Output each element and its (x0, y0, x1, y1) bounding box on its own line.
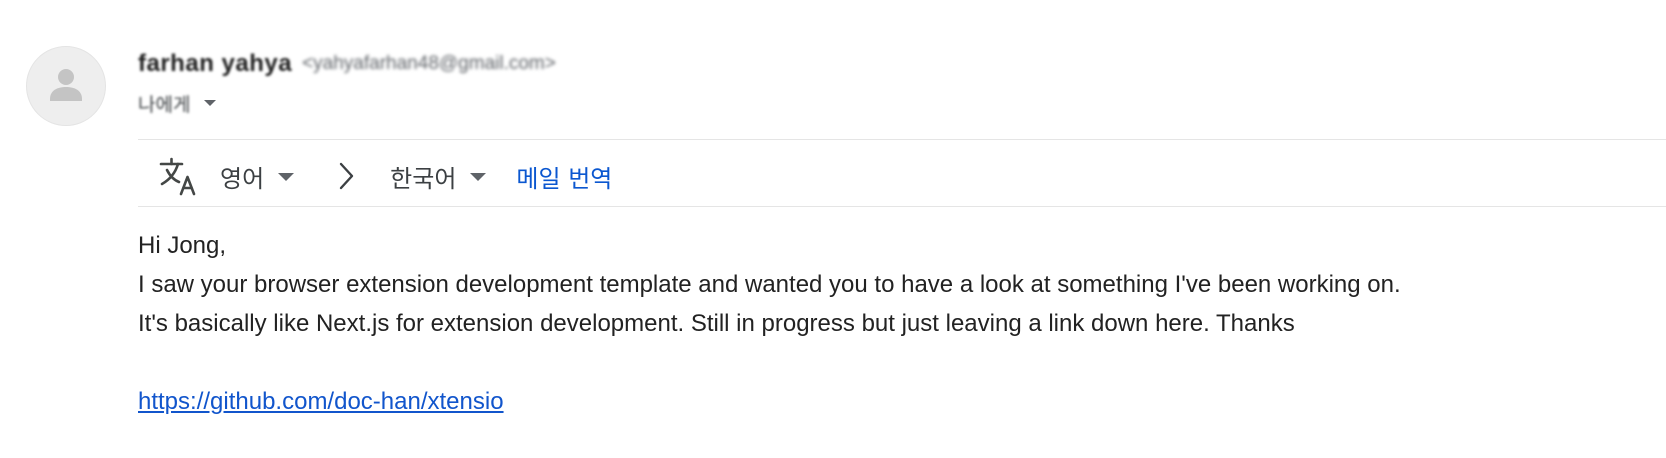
sender-email: <yahyafarhan48@gmail.com> (302, 53, 556, 74)
show-details-dropdown-icon[interactable] (204, 100, 217, 106)
source-language-label: 영어 (220, 164, 265, 193)
recipient-label: 나에게 (138, 94, 191, 116)
person-icon (50, 69, 82, 101)
message-body: Hi Jong, I saw your browser extension de… (138, 226, 1401, 421)
translate-icon (159, 157, 196, 196)
recipient-details[interactable]: 나에게 (138, 90, 217, 116)
sender-name[interactable]: farhan yahya (138, 50, 292, 78)
translation-bar: 영어 한국어 메일 번역 (158, 150, 612, 202)
chevron-right-icon (339, 162, 354, 190)
chevron-down-icon (470, 173, 487, 181)
github-link[interactable]: https://github.com/doc-han/xtensio (138, 388, 504, 415)
sender-avatar[interactable] (26, 46, 106, 126)
target-language-label: 한국어 (390, 164, 457, 193)
divider-top (138, 139, 1666, 140)
target-language-select[interactable]: 한국어 (390, 159, 487, 194)
body-line-2: It's basically like Next.js for extensio… (138, 310, 1295, 337)
source-language-select[interactable]: 영어 (220, 159, 295, 194)
translate-message-link[interactable]: 메일 번역 (516, 159, 612, 194)
body-line-1: I saw your browser extension development… (138, 271, 1401, 298)
greeting-line: Hi Jong, (138, 232, 227, 259)
divider-bottom (138, 206, 1666, 207)
chevron-down-icon (278, 173, 295, 181)
sender-header: farhan yahya <yahyafarhan48@gmail.com> (138, 48, 556, 80)
